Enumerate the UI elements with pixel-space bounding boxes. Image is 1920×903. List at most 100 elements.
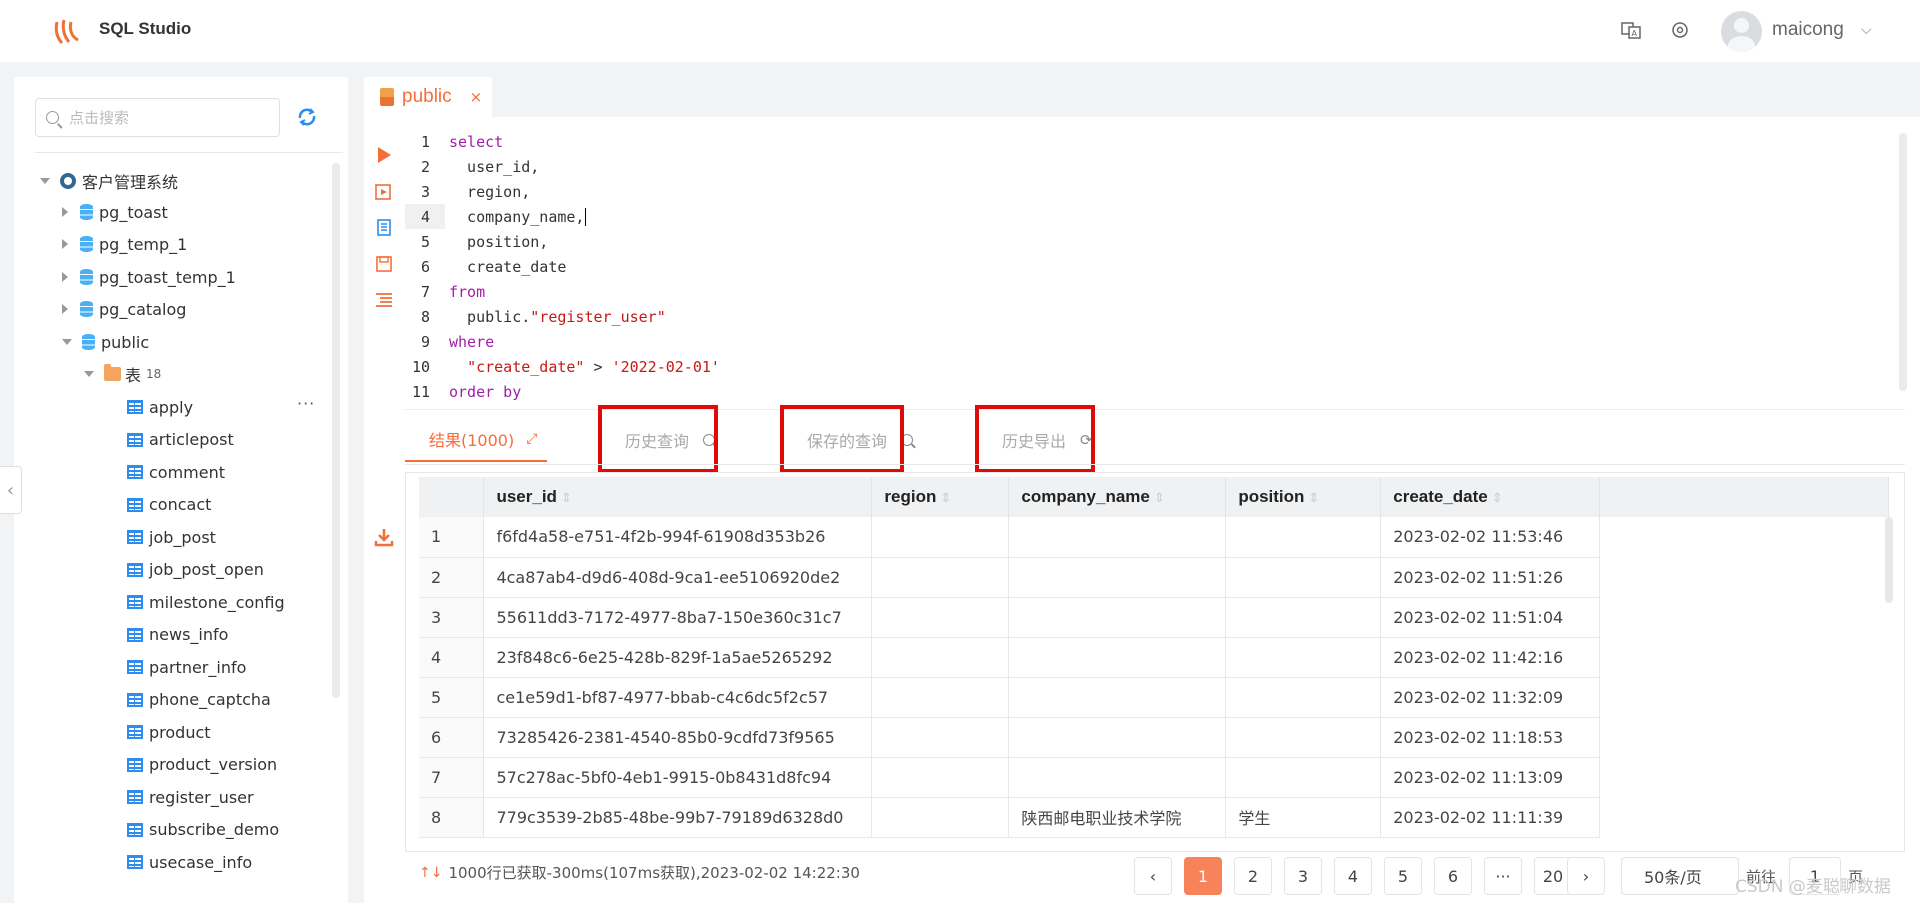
table-cell[interactable] — [1008, 557, 1227, 598]
tree-schema-pg-toast-temp-1[interactable]: pg_toast_temp_1 — [62, 264, 236, 290]
table-row[interactable]: 7 57c278ac-5bf0-4eb1-9915-0b8431d8fc94 202… — [419, 757, 1889, 798]
expand-icon[interactable]: ⤢ — [526, 431, 537, 447]
table-cell[interactable]: 学生 — [1225, 797, 1382, 838]
tree-table-item[interactable]: phone_captcha — [127, 687, 271, 713]
table-cell[interactable]: 2023-02-02 11:51:04 — [1380, 597, 1601, 638]
table-cell[interactable] — [871, 517, 1010, 558]
page-button[interactable]: 6 — [1434, 857, 1472, 895]
tree-schema-public[interactable]: public — [62, 329, 149, 355]
tree-table-item[interactable]: subscribe_demo — [127, 817, 279, 843]
sort-icon[interactable]: ⇕ — [1154, 490, 1165, 505]
table-cell[interactable] — [1225, 637, 1382, 678]
table-cell[interactable]: 5 — [419, 677, 485, 718]
table-cell[interactable]: 73285426-2381-4540-85b0-9cdfd73f9565 — [483, 717, 873, 758]
table-cell[interactable] — [1008, 717, 1227, 758]
table-cell[interactable]: 6 — [419, 717, 485, 758]
tree-root[interactable]: 客户管理系统 — [40, 168, 178, 194]
search-box[interactable] — [35, 98, 280, 137]
sort-icon[interactable]: ⇕ — [1308, 490, 1319, 505]
table-cell[interactable] — [1225, 557, 1382, 598]
table-cell[interactable]: 7 — [419, 757, 485, 798]
table-cell[interactable]: 23f848c6-6e25-428b-829f-1a5ae5265292 — [483, 637, 873, 678]
avatar[interactable] — [1721, 11, 1762, 52]
tree-table-item[interactable]: news_info — [127, 622, 228, 648]
tree-table-item[interactable]: partner_info — [127, 654, 246, 680]
table-cell[interactable] — [1008, 597, 1227, 638]
table-cell[interactable] — [1225, 677, 1382, 718]
run-icon[interactable] — [374, 145, 394, 165]
sort-icon[interactable]: ⇕ — [940, 490, 951, 505]
column-header[interactable]: company_name ⇕ — [1008, 477, 1227, 517]
page-button[interactable]: 1 — [1184, 857, 1222, 895]
tree-table-item[interactable]: milestone_config — [127, 589, 285, 615]
table-cell[interactable]: 4ca87ab4-d9d6-408d-9ca1-ee5106920de2 — [483, 557, 873, 598]
table-cell[interactable] — [871, 637, 1010, 678]
table-row[interactable]: 3 55611dd3-7172-4977-8ba7-150e360c31c7 202… — [419, 597, 1889, 638]
table-cell[interactable] — [1008, 517, 1227, 558]
table-cell[interactable] — [871, 797, 1010, 838]
table-cell[interactable] — [1225, 757, 1382, 798]
column-header[interactable]: create_date ⇕ — [1380, 477, 1601, 517]
page-size-select[interactable]: 50条/页 — [1621, 857, 1739, 895]
page-button[interactable]: 5 — [1384, 857, 1422, 895]
sort-icon[interactable]: ⇕ — [561, 490, 572, 505]
tree-schema-pg-temp-1[interactable]: pg_temp_1 — [62, 231, 187, 257]
translate-icon[interactable]: A — [1619, 18, 1643, 42]
table-cell[interactable] — [871, 757, 1010, 798]
table-cell[interactable]: 陕西邮电职业技术学院 — [1008, 797, 1227, 838]
search-input[interactable] — [69, 108, 269, 127]
format-icon[interactable] — [374, 290, 394, 310]
grid-scrollbar[interactable] — [1885, 517, 1893, 603]
download-icon[interactable] — [374, 527, 394, 547]
tree-table-item[interactable]: apply — [127, 394, 193, 420]
table-cell[interactable]: 2023-02-02 11:51:26 — [1380, 557, 1601, 598]
table-cell[interactable] — [871, 597, 1010, 638]
table-cell[interactable]: 1 — [419, 517, 485, 558]
table-cell[interactable]: 57c278ac-5bf0-4eb1-9915-0b8431d8fc94 — [483, 757, 873, 798]
table-row[interactable]: 4 23f848c6-6e25-428b-829f-1a5ae5265292 202… — [419, 637, 1889, 678]
table-cell[interactable]: 2023-02-02 11:42:16 — [1380, 637, 1601, 678]
page-button[interactable]: 4 — [1334, 857, 1372, 895]
run-selected-icon[interactable] — [374, 182, 394, 202]
table-row[interactable]: 8 779c3539-2b85-48be-99b7-79189d6328d0 陕西邮… — [419, 797, 1889, 838]
table-row[interactable]: 6 73285426-2381-4540-85b0-9cdfd73f9565 202… — [419, 717, 1889, 758]
sidebar-scrollbar[interactable] — [332, 163, 340, 698]
editor-scrollbar[interactable] — [1899, 133, 1907, 391]
table-row[interactable]: 5 ce1e59d1-bf87-4977-bbab-c4c6dc5f2c57 202… — [419, 677, 1889, 718]
table-cell[interactable]: 2023-02-02 11:32:09 — [1380, 677, 1601, 718]
table-cell[interactable]: 2023-02-02 11:53:46 — [1380, 517, 1601, 558]
chevron-down-icon[interactable]: ⌵ — [1861, 22, 1872, 38]
tree-schema-pg-toast[interactable]: pg_toast — [62, 199, 168, 225]
table-cell[interactable]: 4 — [419, 637, 485, 678]
caret-right-icon[interactable] — [62, 239, 68, 249]
table-cell[interactable] — [871, 557, 1010, 598]
prev-page-button[interactable]: ‹ — [1134, 857, 1172, 895]
table-row[interactable]: 1 f6fd4a58-e751-4f2b-994f-61908d353b26 202… — [419, 517, 1889, 558]
table-cell[interactable] — [1225, 517, 1382, 558]
tree-folder-tables[interactable]: 表 18 — [84, 361, 161, 387]
tab-result[interactable]: 结果(1000) ⤢ — [405, 417, 548, 462]
explain-icon[interactable] — [374, 218, 394, 238]
table-cell[interactable]: 2023-02-02 11:11:39 — [1380, 797, 1601, 838]
column-header[interactable]: user_id ⇕ — [483, 477, 873, 517]
username[interactable]: maicong — [1772, 19, 1844, 41]
table-cell[interactable] — [1008, 677, 1227, 718]
caret-right-icon[interactable] — [62, 304, 68, 314]
sort-icon[interactable]: ⇕ — [1492, 490, 1503, 505]
column-header[interactable]: position ⇕ — [1225, 477, 1382, 517]
table-cell[interactable]: f6fd4a58-e751-4f2b-994f-61908d353b26 — [483, 517, 873, 558]
table-cell[interactable]: 2023-02-02 11:13:09 — [1380, 757, 1601, 798]
tree-table-item[interactable]: concact — [127, 492, 211, 518]
table-cell[interactable] — [1225, 597, 1382, 638]
sql-editor[interactable]: 1 2 3 4 5 6 7 8 9 10 11 select user_id, region, co… — [405, 129, 1901, 409]
table-cell[interactable] — [871, 677, 1010, 718]
table-cell[interactable]: 55611dd3-7172-4977-8ba7-150e360c31c7 — [483, 597, 873, 638]
caret-down-icon[interactable] — [40, 178, 50, 184]
table-cell[interactable]: 2 — [419, 557, 485, 598]
tree-table-item[interactable]: product_version — [127, 752, 277, 778]
caret-right-icon[interactable] — [62, 207, 68, 217]
table-cell[interactable]: 2023-02-02 11:18:53 — [1380, 717, 1601, 758]
page-button[interactable]: 3 — [1284, 857, 1322, 895]
tree-table-item[interactable]: job_post — [127, 524, 216, 550]
table-cell[interactable] — [1008, 637, 1227, 678]
